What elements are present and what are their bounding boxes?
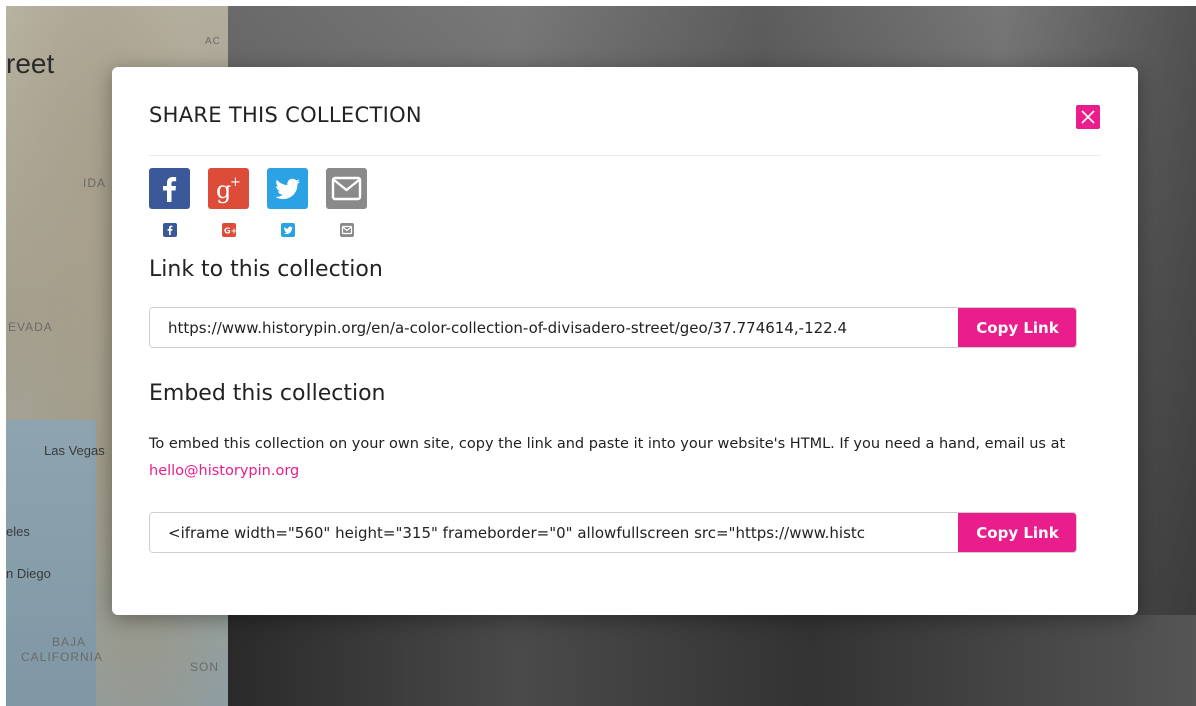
link-heading: Link to this collection bbox=[149, 257, 383, 282]
embed-description: To embed this collection on your own sit… bbox=[149, 431, 1089, 485]
twitter-share-button[interactable] bbox=[267, 168, 308, 209]
email-icon bbox=[341, 225, 353, 235]
map-label: IDA bbox=[83, 176, 107, 190]
contact-email-link[interactable]: hello@historypin.org bbox=[149, 463, 299, 479]
collection-link-input[interactable] bbox=[150, 308, 958, 347]
map-label: eles bbox=[6, 524, 30, 539]
divider bbox=[149, 155, 1101, 156]
close-icon bbox=[1081, 110, 1095, 124]
close-button[interactable] bbox=[1076, 105, 1100, 129]
email-icon bbox=[331, 176, 362, 201]
page-title-fragment: reet bbox=[6, 48, 55, 79]
map-label: EVADA bbox=[8, 320, 53, 334]
share-modal: SHARE THIS COLLECTION g + G+ Link to thi… bbox=[112, 67, 1138, 615]
facebook-icon bbox=[167, 225, 173, 235]
google-plus-icon: g + bbox=[216, 175, 241, 204]
twitter-icon bbox=[284, 226, 293, 234]
map-label: BAJA bbox=[52, 635, 87, 649]
facebook-share-small-button[interactable] bbox=[163, 223, 177, 237]
copy-link-button[interactable]: Copy Link bbox=[958, 308, 1076, 347]
copy-embed-button[interactable]: Copy Link bbox=[958, 513, 1076, 552]
embed-heading: Embed this collection bbox=[149, 381, 386, 406]
top-edge bbox=[0, 0, 1196, 6]
photo-strip bbox=[228, 615, 1196, 706]
map-label: CALIFORNIA bbox=[21, 650, 104, 664]
map-label: Las Vegas bbox=[44, 443, 105, 458]
map-label: SON bbox=[190, 660, 220, 674]
embed-code-field: Copy Link bbox=[149, 512, 1077, 553]
svg-text:+: + bbox=[230, 175, 241, 190]
embed-code-input[interactable] bbox=[150, 513, 958, 552]
email-share-button[interactable] bbox=[326, 168, 367, 209]
modal-title: SHARE THIS COLLECTION bbox=[149, 103, 422, 127]
left-edge bbox=[0, 0, 6, 706]
twitter-share-small-button[interactable] bbox=[281, 223, 295, 237]
svg-text:G+: G+ bbox=[224, 227, 236, 236]
facebook-icon bbox=[163, 177, 177, 202]
map-label: AC bbox=[205, 36, 221, 47]
email-share-small-button[interactable] bbox=[340, 223, 354, 237]
embed-description-text: To embed this collection on your own sit… bbox=[149, 436, 1066, 452]
map-label: n Diego bbox=[6, 566, 51, 581]
google-plus-share-small-button[interactable]: G+ bbox=[222, 223, 236, 237]
google-plus-share-button[interactable]: g + bbox=[208, 168, 249, 209]
collection-link-field: Copy Link bbox=[149, 307, 1077, 348]
google-plus-icon: G+ bbox=[224, 227, 236, 236]
twitter-icon bbox=[275, 178, 300, 200]
facebook-share-button[interactable] bbox=[149, 168, 190, 209]
